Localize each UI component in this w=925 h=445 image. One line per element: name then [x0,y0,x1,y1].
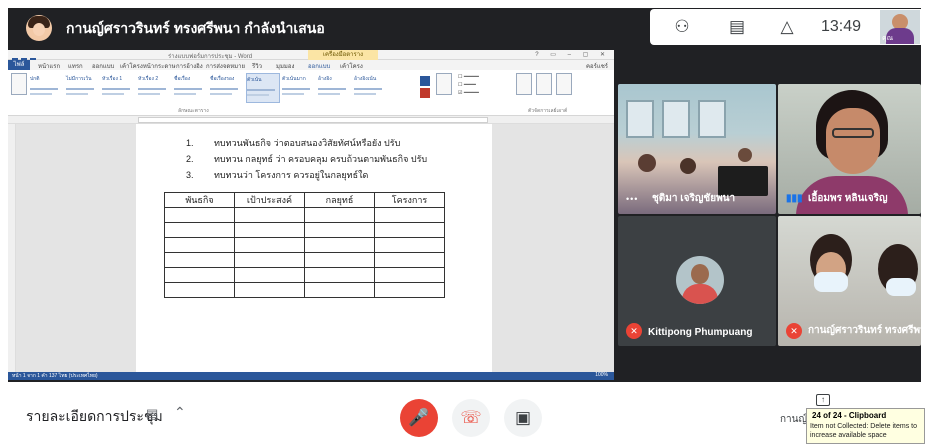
participant-name: กานญ์ศราวรินทร์ ทรงศรีพนา [808,325,921,336]
meeting-details-button[interactable]: รายละเอียดการประชุม [26,406,163,428]
zoom-level[interactable]: 100% [595,372,608,378]
top-bar: กานญ์ศราวรินทร์ ทรงศรีพนา กำลังนำเสนอ ⚇ … [8,8,921,46]
participant-tile[interactable]: ••• ชุติมา เจริญชัยพนา [618,84,776,214]
style-item[interactable]: อ้างอิง [318,73,352,103]
table-row[interactable] [164,252,445,268]
paste-button[interactable] [11,73,27,95]
bottom-controls: รายละเอียดการประชุม ▤ ⌃ 🎤 ☏ ▣ ↑ กานญ์ 24… [0,384,925,445]
table-row[interactable] [164,222,445,238]
context-tab: เครื่องมือตาราง [308,50,378,60]
shading-option[interactable]: ☐ ━━━━━ [458,74,479,80]
table-row[interactable] [164,237,445,253]
captions-icon[interactable]: ▤ [146,406,164,422]
list-item: 3. ทบทวนว่า โครงการ ควรอยู่ในกลยุทธ์ใด [186,170,369,180]
self-label: คุณ [882,35,894,42]
chat-icon[interactable]: ▤ [725,16,749,38]
clock: 13:49 [821,18,862,35]
speaking-indicator-icon: ▮▮▮ [786,193,803,204]
word-titlebar: ร่างแบบฟอร์มการประชุม - Word เครื่องมือต… [8,50,614,64]
presenter-avatar [26,15,52,41]
arrange-button[interactable] [516,73,532,95]
self-view[interactable]: คุณ [880,10,920,44]
border-color-icon[interactable] [420,88,430,98]
ribbon: ปกติ ไม่มีการเว้น หัวเรื่อง 1 หัวเรื่อง … [8,70,614,116]
styles-group-label: ลักษณะตาราง [178,108,209,114]
style-item[interactable]: ไม่มีการเว้น [66,73,100,103]
document-page[interactable]: 1. ทบทวนพันธกิจ ว่าตอบสนองวิสัยทัศน์หรือย… [136,124,492,372]
style-item[interactable]: ชื่อเรื่อง [174,73,208,103]
participant-tile-active[interactable]: ▮▮▮ เอื้อมพร หลินเจริญ [778,84,921,214]
mic-toggle-button[interactable]: 🎤 [400,399,438,437]
style-item[interactable]: หัวเรื่อง 1 [102,73,136,103]
people-icon[interactable]: ⚇ [670,16,694,38]
participant-tile[interactable]: ✕ Kittipong Phumpuang [618,216,776,346]
style-item[interactable]: หัวเรื่อง 2 [138,73,172,103]
more-options-icon[interactable]: ••• [626,194,638,204]
border-option[interactable]: ☐ ━━━━ [458,82,476,88]
table-row[interactable] [164,282,445,298]
col-header: กลยุทธ์ [304,192,375,208]
clipboard-title: 24 of 24 - Clipboard [812,411,887,420]
top-actions: ⚇ ▤ △ 13:49 คุณ [650,9,921,45]
present-icon[interactable]: ↑ [816,394,830,406]
style-item[interactable]: ตัวเน้นมาก [282,73,316,103]
col-header: พันธกิจ [164,192,235,208]
vertical-ruler [8,124,16,372]
quick-access-toolbar[interactable] [12,51,52,64]
participant-name: เอื้อมพร หลินเจริญ [808,193,888,204]
camera-toggle-button[interactable]: ▣ [504,399,542,437]
status-text: หน้า 1 จาก 1 คำ 137 ไทย (ประเทศไทย) [12,373,98,379]
ruler [8,116,614,124]
clipboard-tooltip: 24 of 24 - Clipboard Item not Collected:… [806,408,925,444]
cell-margins-button[interactable] [556,73,572,95]
shared-screen: ร่างแบบฟอร์มการประชุม - Word เครื่องมือต… [8,50,614,380]
style-item-selected[interactable]: ตัวเน้น [246,73,280,103]
participant-avatar [676,256,724,304]
word-status-bar: หน้า 1 จาก 1 คำ 137 ไทย (ประเทศไทย) 100% [8,372,614,380]
table-header-row: พันธกิจ เป้าประสงค์ กลยุทธ์ โครงการ [164,192,445,208]
style-gallery: ปกติ ไม่มีการเว้น หัวเรื่อง 1 หัวเรื่อง … [30,73,412,103]
font-color-button[interactable] [436,73,452,95]
present-label: กานญ์ [780,414,808,425]
meet-window: กานญ์ศราวรินทร์ ทรงศรีพนา กำลังนำเสนอ ⚇ … [0,0,925,445]
window-controls[interactable]: ? ▭ – ▢ ✕ [535,51,610,58]
style-item[interactable]: อ้างอิงเน้น [354,73,388,103]
text-direction-button[interactable] [536,73,552,95]
table-row[interactable] [164,267,445,283]
list-item: 2. ทบทวน กลยุทธ์ ว่า ครอบคลุม ครบถ้วนตามพ… [186,154,428,164]
table-row[interactable] [164,207,445,223]
presenting-title: กานญ์ศราวรินทร์ ทรงศรีพนา กำลังนำเสนอ [66,20,325,36]
col-header: เป้าประสงค์ [234,192,305,208]
participant-name: Kittipong Phumpuang [648,327,753,338]
shading-icon[interactable] [420,76,430,86]
style-option[interactable]: ☑ ━━━━━ [458,90,479,96]
style-item[interactable]: ปกติ [30,73,64,103]
participant-tile[interactable]: ✕ กานญ์ศราวรินทร์ ทรงศรีพนา [778,216,921,346]
activities-icon[interactable]: △ [775,16,799,38]
mic-off-icon: ✕ [786,323,802,339]
clipboard-body: Item not Collected: Delete items to incr… [810,423,917,439]
col-header: โครงการ [374,192,445,208]
chevron-up-icon[interactable]: ⌃ [174,404,186,421]
arrange-group-label: ตัวจัดการเลย์เอาต์ [528,108,568,114]
ribbon-tabs: ไฟล์ หน้าแรก แทรก ออกแบบ เค้าโครงหน้ากระ… [8,60,614,72]
mic-off-icon: ✕ [626,323,642,339]
list-item: 1. ทบทวนพันธกิจ ว่าตอบสนองวิสัยทัศน์หรือย… [186,138,401,148]
tab-file[interactable]: ไฟล์ [8,60,30,70]
end-call-button[interactable]: ☏ [452,399,490,437]
document-area: 1. ทบทวนพันธกิจ ว่าตอบสนองวิสัยทัศน์หรือย… [8,124,614,372]
strategy-table[interactable]: พันธกิจ เป้าประสงค์ กลยุทธ์ โครงการ [164,192,445,298]
style-item[interactable]: ชื่อเรื่องรอง [210,73,244,103]
participant-name: ชุติมา เจริญชัยพนา [652,193,736,204]
